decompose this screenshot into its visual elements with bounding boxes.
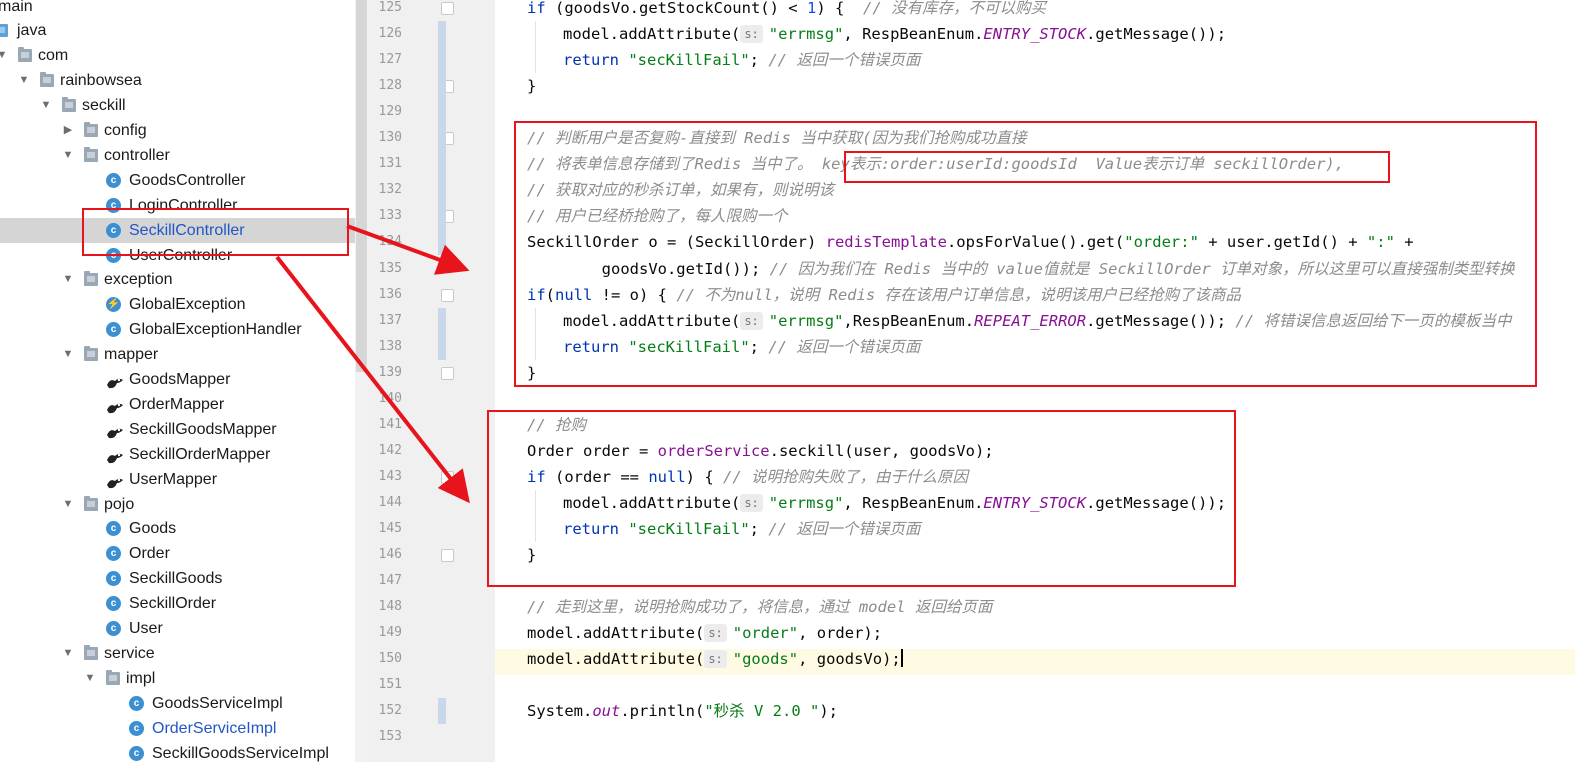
arrow-to-seckill-block [275,255,470,504]
annotation-arrows [275,224,470,504]
arrow-to-repeat-check [346,224,470,275]
